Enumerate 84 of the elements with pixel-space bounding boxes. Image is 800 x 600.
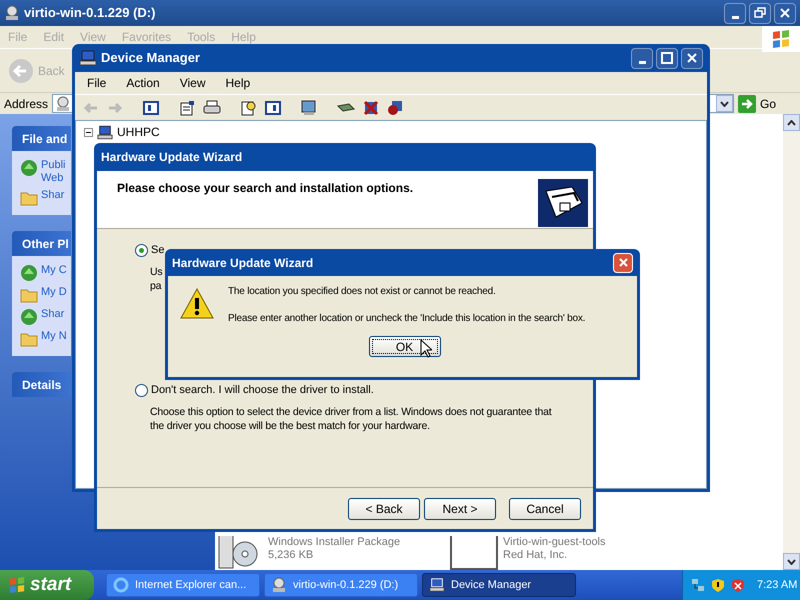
- message-text: The location you specified does not exist or cannot be reached.: [228, 285, 497, 299]
- close-button[interactable]: [613, 252, 633, 272]
- file-details: Red Hat, Inc.: [503, 549, 568, 562]
- disable-device-icon[interactable]: [387, 100, 403, 116]
- section-header[interactable]: File and: [12, 126, 71, 151]
- minimize-button[interactable]: [724, 2, 746, 24]
- clock: 7:23 AM: [757, 578, 798, 593]
- computer-icon: [429, 577, 445, 593]
- disc-icon: [55, 96, 72, 112]
- option-label: Don't search. I will choose the driver to install.: [151, 383, 374, 398]
- maximize-button[interactable]: [656, 48, 678, 68]
- task-link[interactable]: Publi Web: [41, 159, 66, 185]
- task-link[interactable]: My C: [41, 264, 67, 277]
- flag-logo-icon: [771, 30, 791, 48]
- radio-button[interactable]: [135, 244, 148, 257]
- taskbar-button[interactable]: Internet Explorer can...: [106, 573, 260, 597]
- computer-icon: [79, 50, 97, 66]
- close-button[interactable]: [774, 2, 796, 24]
- disc-icon: [4, 5, 20, 21]
- description-text: the driver you choose will be the best match for your hardware.: [150, 418, 430, 432]
- go-button[interactable]: Go: [760, 94, 776, 112]
- browser-icon: [113, 577, 129, 593]
- computer-icon: [97, 124, 113, 140]
- task-link[interactable]: My N: [41, 330, 67, 343]
- file-name[interactable]: Virtio-win-guest-tools: [503, 536, 606, 549]
- warning-icon: [180, 288, 214, 320]
- restore-icon: [754, 7, 766, 19]
- section-header[interactable]: Details: [12, 372, 71, 397]
- option-label: Se: [151, 243, 164, 258]
- description-text: pa: [150, 278, 162, 292]
- task-link[interactable]: Shar: [41, 308, 64, 321]
- address-label: Address: [4, 96, 48, 112]
- wizard-button[interactable]: Next >: [424, 498, 496, 520]
- task-link[interactable]: Shar: [41, 189, 64, 202]
- panel-icon[interactable]: [143, 100, 159, 114]
- panel-icon[interactable]: [265, 100, 281, 114]
- printer-icon[interactable]: [203, 100, 221, 116]
- shield-icon[interactable]: [711, 578, 725, 592]
- window-title: Hardware Update Wizard: [172, 254, 314, 272]
- close-icon: [686, 52, 698, 64]
- flag-logo-icon: [8, 577, 26, 593]
- file-details: 5,236 KB: [268, 549, 314, 562]
- taskbar-button[interactable]: Device Manager: [422, 573, 576, 597]
- properties-icon[interactable]: [179, 100, 195, 116]
- shield-icon[interactable]: [731, 578, 745, 592]
- close-icon: [779, 7, 791, 19]
- taskbar-button[interactable]: virtio-win-0.1.229 (D:): [264, 573, 418, 597]
- window-title: Device Manager: [101, 49, 201, 68]
- wizard-heading: Please choose your search and installation options.: [117, 180, 414, 197]
- menu-item[interactable]: Action: [126, 74, 160, 92]
- monitor-icon[interactable]: [301, 100, 317, 116]
- network-icon[interactable]: [691, 578, 705, 592]
- file-name[interactable]: Windows Installer Package: [268, 536, 400, 549]
- radio-button[interactable]: [135, 384, 148, 397]
- disc-icon: [271, 577, 287, 593]
- tree-item[interactable]: UHHPC: [117, 123, 160, 141]
- menu-item[interactable]: View: [180, 74, 206, 92]
- task-link[interactable]: My D: [41, 286, 67, 299]
- ok-button[interactable]: OK: [368, 336, 440, 357]
- description-text: Choose this option to select the device driver from a list. Windows does not guarantee that: [150, 404, 552, 418]
- window-title: Hardware Update Wizard: [101, 149, 242, 166]
- help-icon[interactable]: [241, 100, 257, 116]
- mouse-pointer-icon: [420, 339, 432, 358]
- dropdown-icon[interactable]: [716, 95, 733, 112]
- wizard-button[interactable]: < Back: [348, 498, 420, 520]
- minimize-button[interactable]: [631, 48, 653, 68]
- globe-icon: [20, 308, 38, 326]
- globe-icon: [20, 159, 38, 177]
- close-button[interactable]: [681, 48, 703, 68]
- section-header[interactable]: Other Pl: [12, 231, 71, 256]
- description-text: Us: [150, 264, 162, 278]
- maximize-icon: [661, 52, 673, 64]
- restore-button[interactable]: [749, 2, 771, 24]
- close-icon: [618, 257, 628, 268]
- message-text: Please enter another location or uncheck the 'Include this location in the search' box.: [228, 312, 586, 326]
- remove-device-icon[interactable]: [363, 100, 379, 116]
- wizard-button[interactable]: Cancel: [509, 498, 581, 520]
- globe-icon: [20, 264, 38, 282]
- menu-item[interactable]: File: [87, 74, 106, 92]
- start-button[interactable]: start: [0, 570, 94, 600]
- window-title: virtio-win-0.1.229 (D:): [24, 4, 156, 22]
- collapse-icon[interactable]: [84, 128, 93, 136]
- menu-item[interactable]: Help: [226, 74, 250, 92]
- scrollbar[interactable]: [783, 114, 800, 570]
